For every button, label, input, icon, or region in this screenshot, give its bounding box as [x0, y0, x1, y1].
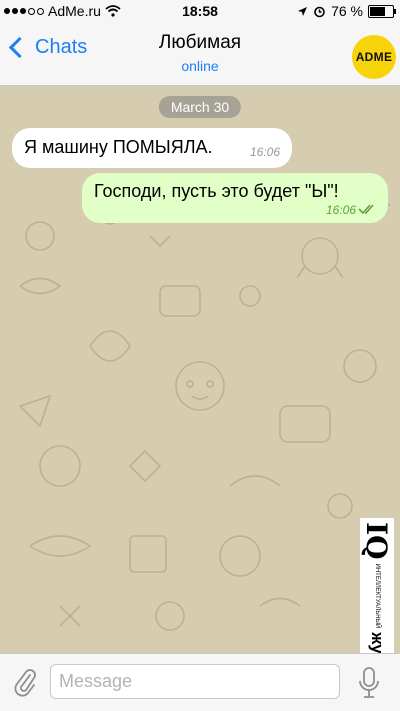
microphone-icon[interactable]: [356, 666, 382, 700]
iq-watermark-logo: IQ интеллектуальный журнал: [360, 518, 394, 653]
message-time: 16:06: [325, 203, 356, 217]
watermark-mid: журнал: [367, 632, 387, 653]
message-outgoing[interactable]: Господи, пусть это будет "Ы"! 16:06: [82, 173, 388, 223]
nav-bar: Chats Любимая online ADME: [0, 22, 400, 86]
watermark-small: интеллектуальный: [374, 563, 380, 629]
watermark-big: IQ: [360, 522, 394, 560]
message-text: Господи, пусть это будет "Ы"!: [94, 181, 339, 201]
message-incoming[interactable]: Я машину ПОМЫЯЛА. 16:06: [12, 128, 292, 168]
avatar[interactable]: ADME: [352, 35, 396, 79]
battery-percent: 76 %: [331, 3, 363, 19]
message-time: 16:06: [249, 145, 280, 159]
location-arrow-icon: [298, 6, 308, 16]
status-right: 76 %: [297, 3, 396, 19]
contact-name[interactable]: Любимая: [0, 32, 400, 54]
contact-status: online: [181, 58, 219, 74]
message-input[interactable]: [50, 664, 340, 699]
double-check-icon: [358, 204, 374, 215]
alarm-icon: [314, 6, 325, 17]
chat-area[interactable]: March 30 Я машину ПОМЫЯЛА. 16:06 Господи…: [0, 86, 400, 653]
message-text: Я машину ПОМЫЯЛА.: [24, 137, 213, 157]
battery-icon: [368, 4, 396, 18]
input-bar: [0, 653, 400, 711]
status-bar: AdMe.ru 18:58 76 %: [0, 0, 400, 22]
date-separator: March 30: [158, 96, 242, 118]
wallpaper-doodles: [18, 200, 391, 631]
paperclip-icon[interactable]: [12, 667, 38, 697]
